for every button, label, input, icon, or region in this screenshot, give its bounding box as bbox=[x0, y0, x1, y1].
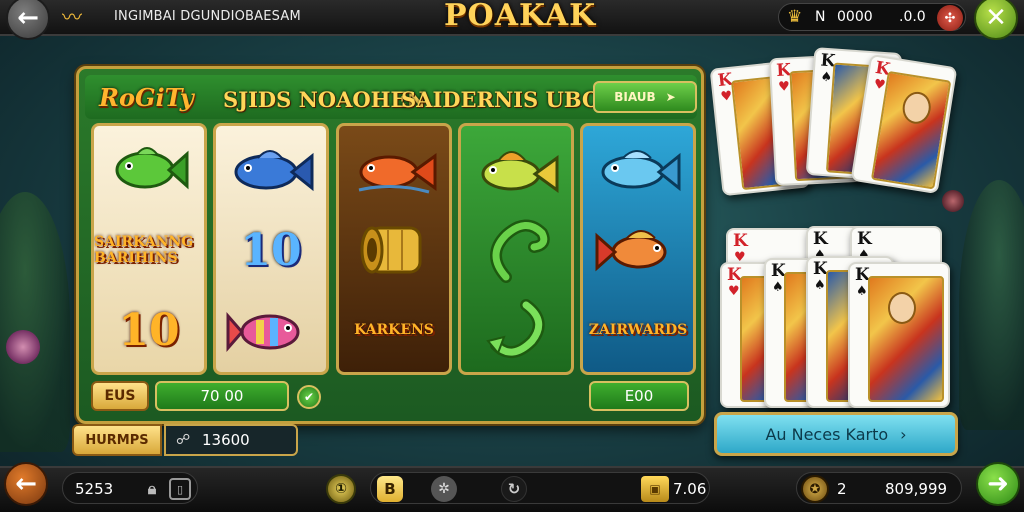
balance-value: 0000 bbox=[837, 9, 873, 25]
bet-label[interactable]: EUS bbox=[91, 381, 149, 411]
arrow-right-icon: ➤ bbox=[665, 90, 676, 104]
reel-1-word: SAIRKANNG BARIHINS bbox=[94, 234, 194, 266]
chevron-right-icon: › bbox=[900, 424, 907, 444]
top-subtitle: INGIMBAI DGUNDIOBAESAM bbox=[114, 9, 301, 24]
bottom-center-group: B ✲ ↻ ▣ 7.06 bbox=[370, 472, 710, 504]
arrow-left-icon: ← bbox=[17, 3, 39, 33]
reels: SAIRKANNG BARIHINS 10 10 KARKENS ZAIRWAR… bbox=[91, 123, 696, 375]
link-icon: ☍ bbox=[176, 432, 191, 448]
spade-icon: ♠ bbox=[772, 280, 784, 295]
balance-letter: N bbox=[815, 9, 826, 25]
next-button[interactable]: ➜ bbox=[976, 462, 1020, 506]
heart-icon: ♥ bbox=[728, 284, 740, 299]
refresh-icon[interactable]: ↻ bbox=[501, 476, 527, 502]
arrow-right-icon: ➜ bbox=[987, 469, 1009, 499]
reel-1-ten: 10 bbox=[118, 304, 180, 356]
card-art bbox=[868, 276, 944, 402]
arrow-left-icon: ← bbox=[15, 469, 37, 499]
lower-field[interactable]: ☍ 13600 bbox=[164, 424, 298, 456]
game-logo-icon: 〰 bbox=[62, 5, 82, 29]
background-flower bbox=[6, 330, 40, 364]
count-value: 2 bbox=[837, 480, 847, 498]
cta-label: Au Neces Karto bbox=[765, 424, 889, 444]
bottom-back-button[interactable]: ← bbox=[4, 462, 48, 506]
reel-5-word: ZAIRWARDS bbox=[588, 322, 688, 338]
confirm-bet-button[interactable]: ✔ bbox=[297, 385, 321, 409]
reel-4 bbox=[458, 123, 574, 375]
spade-icon: ♠ bbox=[819, 69, 833, 86]
fish-yellow-icon bbox=[461, 130, 571, 210]
panel-header: RoGiTy SJIDS NOAOHEN SAIDERNIS UBOS BIAU… bbox=[85, 75, 697, 119]
card-rank: K bbox=[857, 229, 872, 249]
balance-value-secondary: .0.0 bbox=[899, 9, 926, 25]
background-plant-right bbox=[959, 180, 1024, 430]
reel-1: SAIRKANNG BARIHINS 10 bbox=[91, 123, 207, 375]
fish-rainbow-icon bbox=[216, 290, 326, 370]
background-flower-2 bbox=[942, 190, 964, 212]
fish-blue-icon-2 bbox=[583, 130, 693, 210]
bottom-left-group: 5253 🔒︎ ▯ bbox=[62, 472, 198, 504]
treasure-chest-icon[interactable]: ▣ bbox=[641, 476, 669, 502]
gear-icon[interactable]: ✲ bbox=[431, 476, 457, 502]
coins-value: 809,999 bbox=[885, 480, 948, 498]
fish-blue-icon bbox=[216, 130, 326, 210]
fish-orange-icon bbox=[339, 130, 449, 210]
card-8[interactable]: K ♠ bbox=[848, 262, 950, 408]
bet-row: EUS 70 00 ✔ E00 bbox=[91, 381, 693, 413]
top-balance: ♛ N 0000 .0.0 ✣ bbox=[778, 3, 966, 31]
heart-icon: ♥ bbox=[719, 88, 733, 105]
cta-button[interactable]: Au Neces Karto › bbox=[714, 412, 958, 456]
reel-2-ten: 10 bbox=[240, 224, 302, 276]
panel-title: SJIDS NOAOHEN bbox=[223, 87, 426, 112]
chest-value: 7.06 bbox=[673, 480, 707, 498]
lower-value: 13600 bbox=[202, 431, 250, 449]
left-value: 5253 bbox=[75, 480, 114, 498]
slot-panel: RoGiTy SJIDS NOAOHEN SAIDERNIS UBOS BIAU… bbox=[76, 66, 704, 424]
spade-icon: ♠ bbox=[856, 284, 868, 299]
menu-button[interactable]: BIAUB ➤ bbox=[593, 81, 697, 113]
slot-icon[interactable]: ▯ bbox=[169, 478, 191, 500]
bet-value-field[interactable]: 70 00 bbox=[155, 381, 289, 411]
reel-3-word: KARKENS bbox=[354, 322, 434, 338]
lock-icon[interactable]: 🔒︎ bbox=[141, 478, 163, 500]
hook-green-icon bbox=[461, 210, 571, 290]
heart-icon: ♥ bbox=[777, 79, 791, 95]
card-rank: K bbox=[733, 231, 748, 251]
game-title: POAKAK bbox=[444, 0, 597, 33]
spade-icon: ♠ bbox=[814, 278, 826, 293]
close-x-icon: ✕ bbox=[985, 3, 1007, 33]
chevron-down-icon: ✔ bbox=[303, 390, 315, 404]
fish-red-icon bbox=[583, 210, 693, 290]
coin-icon[interactable]: ① bbox=[326, 474, 356, 504]
card-4[interactable]: K ♥ bbox=[850, 53, 958, 195]
red-settings-icon[interactable]: ✣ bbox=[937, 5, 963, 31]
fish-green-icon bbox=[94, 130, 204, 210]
panel-title-2: SAIDERNIS UBOS bbox=[401, 87, 616, 112]
panel-logo: RoGiTy bbox=[99, 83, 194, 112]
crown-icon: ♛ bbox=[787, 7, 803, 27]
lower-strip: HURMPS ☍ 13600 bbox=[72, 424, 300, 458]
card-rank: K bbox=[813, 229, 828, 249]
reel-3: KARKENS bbox=[336, 123, 452, 375]
b-badge[interactable]: B bbox=[377, 476, 403, 502]
reel-2: 10 bbox=[213, 123, 329, 375]
hook-green-icon-2 bbox=[461, 290, 571, 370]
background-plant-left bbox=[0, 192, 70, 452]
reel-5: ZAIRWARDS bbox=[580, 123, 696, 375]
menu-button-label: BIAUB bbox=[614, 90, 656, 104]
win-value-field[interactable]: E00 bbox=[589, 381, 689, 411]
lower-label[interactable]: HURMPS bbox=[72, 424, 162, 456]
bottom-right-group: ✪ 2 809,999 bbox=[796, 472, 962, 504]
gold-coin-icon bbox=[339, 210, 449, 290]
gold-coin-icon: ✪ bbox=[801, 475, 829, 503]
